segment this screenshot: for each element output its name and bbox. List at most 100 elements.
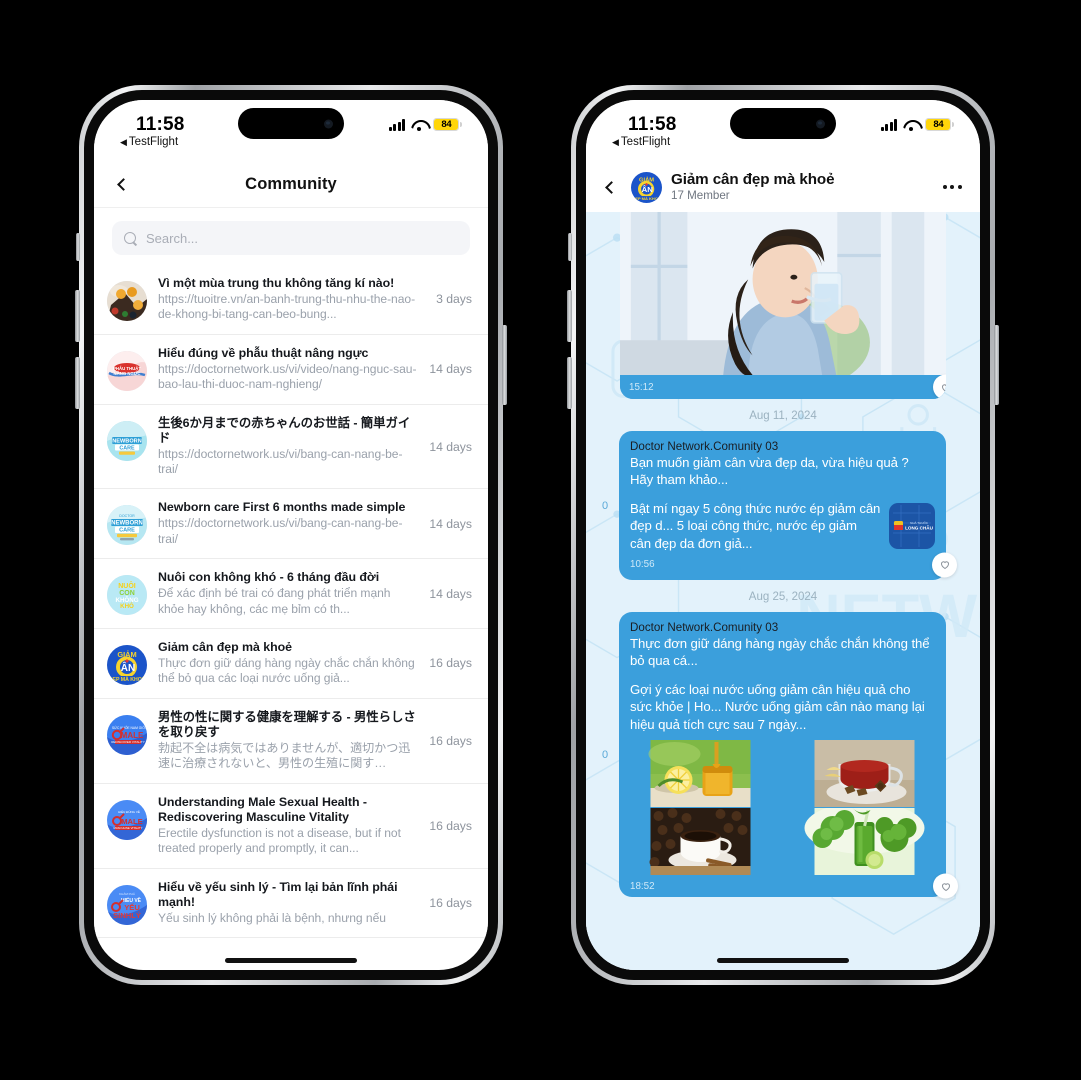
list-item-title: Nuôi con không khó - 6 tháng đầu đời xyxy=(158,570,380,585)
wifi-icon xyxy=(903,119,919,131)
list-item-subtitle: Erectile dysfunction is not a disease, b… xyxy=(158,825,401,856)
phone-bezel: 11:58 ◀ TestFlight 84 xyxy=(576,90,990,980)
back-button[interactable] xyxy=(600,176,622,198)
heart-outline-icon[interactable] xyxy=(932,552,957,578)
message-sender: Doctor Network.Comunity 03 xyxy=(630,621,779,635)
text-bubble-footer: 10:56 xyxy=(630,552,957,578)
svg-text:ĐẸP MÀ KHOẺ: ĐẸP MÀ KHOẺ xyxy=(109,676,146,683)
chat-message-text[interactable]: 0 Doctor Network.Comunity 03 Bạn muốn gi… xyxy=(586,431,980,581)
list-item-subtitle: https://tuoitre.vn/an-banh-trung-thu-nhu… xyxy=(158,292,416,322)
back-button[interactable] xyxy=(112,174,134,196)
nuoi-con-khong-kho-avatar: NUÔI CON KHÔNG KHÓ xyxy=(107,575,147,616)
back-to-app-link[interactable]: ◀ TestFlight xyxy=(120,136,178,148)
battery-icon: 84 xyxy=(925,118,954,131)
list-item-title: Vì một mùa trung thu không tăng kí nào! xyxy=(158,276,395,290)
svg-text:LONG CHÂU: LONG CHÂU xyxy=(905,524,933,530)
list-item-title: Newborn care First 6 months made simple xyxy=(158,500,406,515)
green-smoothie-photo[interactable] xyxy=(783,808,946,876)
back-triangle-icon: ◀ xyxy=(120,136,127,147)
coffee-cinnamon-photo[interactable] xyxy=(619,808,782,876)
power-button[interactable] xyxy=(994,325,999,405)
volume-down-button[interactable] xyxy=(567,357,572,409)
svg-text:NHÀ THUỐC: NHÀ THUỐC xyxy=(910,520,929,525)
heart-outline-icon[interactable] xyxy=(933,374,946,399)
list-item-time: 14 days xyxy=(429,362,472,377)
svg-text:NUÔI: NUÔI xyxy=(118,581,136,590)
cellular-bars-icon xyxy=(880,118,898,131)
list-item[interactable]: Vì một mùa trung thu không tăng kí nào! … xyxy=(94,265,488,335)
home-indicator[interactable] xyxy=(225,958,357,963)
list-item[interactable]: KHÁM PHÁ HIỂU VỀ YẾU SINHLÝ Hiểu về yếu sin… xyxy=(94,869,488,938)
list-item-time: 16 days xyxy=(429,818,472,833)
list-item-subtitle: Để xác định bé trai có đang phát triển m… xyxy=(158,586,391,616)
message-timestamp: 10:56 xyxy=(630,559,655,571)
silent-switch[interactable] xyxy=(568,233,572,261)
list-item-time: 14 days xyxy=(429,516,472,531)
volume-up-button[interactable] xyxy=(75,290,80,342)
svg-text:ĐẸP MÀ KHOẺ: ĐẸP MÀ KHOẺ xyxy=(632,195,661,200)
list-item-title: Understanding Male Sexual Health - Redis… xyxy=(158,794,367,824)
back-app-label: TestFlight xyxy=(128,136,179,148)
volume-down-button[interactable] xyxy=(75,357,80,409)
svg-text:NÂNG NGỰC: NÂNG NGỰC xyxy=(114,371,141,376)
front-camera-icon xyxy=(816,119,825,128)
power-button[interactable] xyxy=(502,325,507,405)
reaction-count[interactable]: 0 xyxy=(598,749,612,761)
chat-title: Giảm cân đẹp mà khoẻ xyxy=(671,171,835,188)
woman-drinking-water-photo xyxy=(620,212,946,375)
svg-text:NEWBORN: NEWBORN xyxy=(112,438,142,444)
list-item-subtitle: Thực đơn giữ dáng hàng ngày chắc chắn kh… xyxy=(158,656,415,686)
phone-left: 11:58 ◀ TestFlight 84 Community Search..… xyxy=(75,85,507,985)
community-list[interactable]: Vì một mùa trung thu không tăng kí nào! … xyxy=(94,265,488,938)
image-bubble-footer: 15:12 xyxy=(620,374,946,399)
heart-outline-icon[interactable] xyxy=(933,873,958,899)
svg-text:CARE: CARE xyxy=(119,528,135,534)
chat-message-image[interactable]: 15:12 xyxy=(586,212,980,399)
list-item[interactable]: GIẢM ÂN ĐẸP MÀ KHOẺ Giảm cân đẹp mà khoẻ T… xyxy=(94,629,488,699)
svg-text:KHÁM PHÁ: KHÁM PHÁ xyxy=(119,892,135,896)
volume-up-button[interactable] xyxy=(567,290,572,342)
front-camera-icon xyxy=(324,119,333,128)
giam-can-avatar: GIẢM ÂN ĐẸP MÀ KHOẺ xyxy=(107,645,147,686)
status-time: 11:58 xyxy=(628,114,677,135)
battery-icon: 84 xyxy=(433,118,462,131)
search-icon xyxy=(124,231,137,245)
more-horizontal-icon[interactable] xyxy=(939,181,966,193)
svg-text:SINHLÝ: SINHLÝ xyxy=(113,911,141,920)
svg-text:KHÓ: KHÓ xyxy=(120,602,134,610)
male-health-avatar-2: HIỂU ĐÚNG VỀ MALE MASCULINE VITALITY xyxy=(107,799,147,840)
list-item[interactable]: HIỂU ĐÚNG VỀ MALE MASCULINE VITALITY Under… xyxy=(94,784,488,869)
chat-navbar: GIẢM ÂN ĐẸP MÀ KHOẺ Giảm cân đẹp mà khoẻ 1… xyxy=(586,162,980,212)
back-to-app-link[interactable]: ◀ TestFlight xyxy=(612,136,670,148)
home-indicator[interactable] xyxy=(717,958,849,963)
long-chau-thumbnail[interactable]: NHÀ THUỐC LONG CHÂU xyxy=(889,502,935,549)
lemon-honey-photo[interactable] xyxy=(619,740,782,808)
message-text: Thực đơn giữ dáng hàng ngày chắc chắn kh… xyxy=(630,636,930,669)
message-link-preview-text: Gợi ý các loại nước uống giảm cân hiệu q… xyxy=(630,681,925,732)
list-item[interactable]: DOCTOR NEWBORN CARE Newborn care First 6 m… xyxy=(94,489,488,560)
svg-text:ÂN: ÂN xyxy=(121,661,135,674)
chat-message-list[interactable]: R NETWORK xyxy=(586,212,980,970)
giam-can-group-avatar[interactable]: GIẢM ÂN ĐẸP MÀ KHOẺ xyxy=(631,171,662,203)
image-gallery[interactable] xyxy=(619,740,946,876)
search-input[interactable]: Search... xyxy=(112,221,470,255)
chat-message-gallery[interactable]: 0 Doctor Network.Comunity 03 Thực đơn gi… xyxy=(586,612,980,899)
list-item-title: 男性の性に関する健康を理解する - 男性らしさを取り戻す xyxy=(158,709,416,739)
reaction-count[interactable]: 0 xyxy=(598,500,612,512)
wifi-icon xyxy=(411,119,427,131)
list-item[interactable]: NUÔI CON KHÔNG KHÓ Nuôi con không khó - 6 t… xyxy=(94,559,488,630)
list-item[interactable]: PHẪU THUẬT NÂNG NGỰC Hiểu đúng về phẫu th… xyxy=(94,335,488,405)
list-item-title: 生後6か月までの赤ちゃんのお世話 - 簡単ガイド xyxy=(158,415,411,445)
phone-right: 11:58 ◀ TestFlight 84 GIẢM ÂN ĐẸP MÀ KHO… xyxy=(567,85,999,985)
svg-text:MALE: MALE xyxy=(121,731,144,740)
list-item[interactable]: SỨC KHỎE NAM GIỚI MALE REDISCOVER VITALITY… xyxy=(94,699,488,784)
silent-switch[interactable] xyxy=(76,233,80,261)
status-time: 11:58 xyxy=(136,114,185,135)
message-timestamp: 18:52 xyxy=(630,880,655,892)
list-item-subtitle: https://doctornetwork.us/vi/bang-can-nan… xyxy=(158,516,403,546)
list-item-time: 3 days xyxy=(436,292,472,307)
list-item-time: 14 days xyxy=(429,439,472,454)
list-item[interactable]: NEWBORN CARE 生後6か月までの赤ちゃんのお世話 - 簡単ガイド htt… xyxy=(94,405,488,490)
red-tea-photo[interactable] xyxy=(783,740,946,808)
status-bar: 11:58 ◀ TestFlight 84 xyxy=(586,100,980,162)
